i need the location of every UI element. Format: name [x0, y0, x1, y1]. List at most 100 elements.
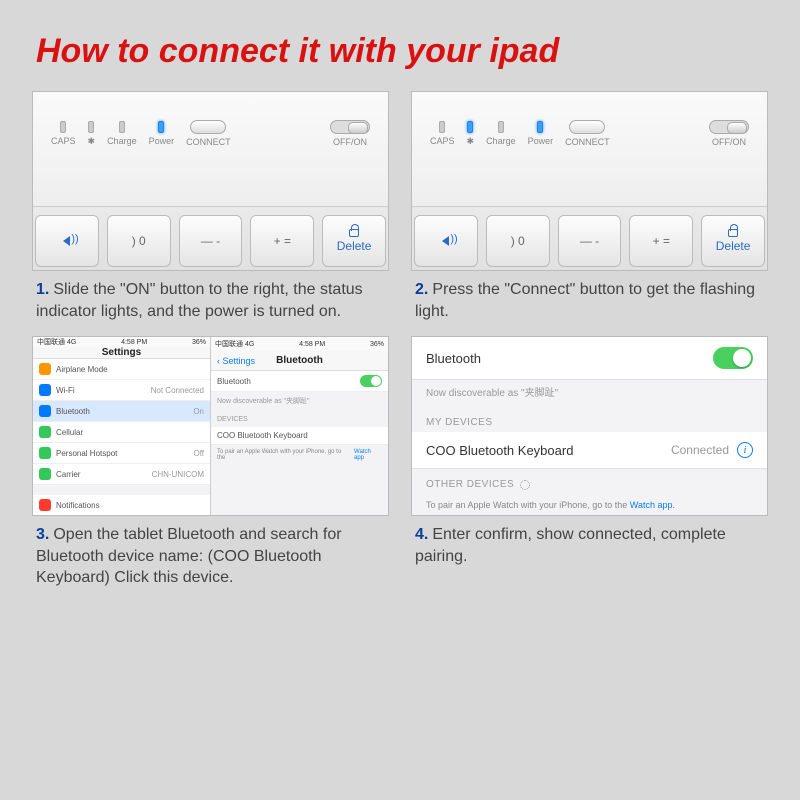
vol-key [35, 215, 99, 267]
charge-label: Charge [107, 136, 137, 146]
steps-grid: CAPS ✱ Charge Power CONNECT OFF/ON ) 0 —… [32, 91, 768, 589]
step-4: Bluetooth Now discoverable as "夹脚趾" MY D… [411, 336, 768, 589]
spinner-icon [520, 480, 530, 490]
step-1: CAPS ✱ Charge Power CONNECT OFF/ON ) 0 —… [32, 91, 389, 322]
step2-text: Press the "Connect" button to get the fl… [415, 281, 755, 320]
charge-led [119, 121, 125, 133]
bt4-title: Bluetooth [426, 351, 481, 366]
bt4-connected: Connected [671, 443, 729, 457]
bt4-note-link: Watch app. [630, 500, 675, 510]
step4-text: Enter confirm, show connected, complete … [415, 526, 726, 565]
bt-label-2: ✱ [467, 136, 475, 147]
key-0-2: ) 0 [486, 215, 550, 267]
connect-label-2: CONNECT [565, 137, 610, 147]
step1-num: 1. [36, 281, 49, 298]
step4-caption: 4.Enter confirm, show connected, complet… [411, 524, 768, 567]
airplane-label: Airplane Mode [56, 365, 108, 374]
volume-icon [63, 236, 70, 246]
step1-image: CAPS ✱ Charge Power CONNECT OFF/ON ) 0 —… [32, 91, 389, 271]
caps-label: CAPS [51, 136, 76, 146]
bt4-toggle [713, 347, 753, 369]
cellular-label: Cellular [56, 428, 83, 437]
step1-text: Slide the "ON" button to the right, the … [36, 281, 363, 320]
notif-icon [39, 499, 51, 511]
settings-left-title: Settings [33, 347, 210, 359]
pair-note-link: Watch app [354, 449, 382, 461]
connect-button-2 [569, 120, 605, 134]
bt-led [88, 121, 94, 133]
step-3: 中国联通 4G 4:58 PM 36% Settings Airplane Mode… [32, 336, 389, 589]
status-time: 4:58 PM [121, 339, 147, 346]
power-switch-2 [709, 120, 749, 134]
back-link: ‹ Settings [217, 356, 255, 366]
switch-label: OFF/ON [333, 137, 367, 147]
device-row: COO Bluetooth Keyboard [217, 431, 308, 440]
step2-caption: 2.Press the "Connect" button to get the … [411, 279, 768, 322]
bt4-mydevices: MY DEVICES [412, 407, 767, 432]
page-title: How to connect it with your ipad [36, 32, 768, 71]
power-switch [330, 120, 370, 134]
step2-image: CAPS ✱ Charge Power CONNECT OFF/ON ) 0 —… [411, 91, 768, 271]
devices-header: DEVICES [211, 410, 388, 427]
step3-caption: 3.Open the tablet Bluetooth and search f… [32, 524, 389, 589]
power-label-2: Power [528, 136, 554, 146]
bt4-device-name: COO Bluetooth Keyboard [426, 443, 573, 458]
step3-num: 3. [36, 526, 49, 543]
key-0: ) 0 [107, 215, 171, 267]
lock-icon [349, 229, 359, 237]
step2-num: 2. [415, 281, 428, 298]
key-plus: + = [250, 215, 314, 267]
power-label: Power [149, 136, 175, 146]
lock-icon-2 [728, 229, 738, 237]
status-time-r: 4:58 PM [299, 341, 325, 348]
hotspot-val: Off [193, 449, 204, 458]
wifi-val: Not Connected [151, 386, 204, 395]
volume-icon-2 [442, 236, 449, 246]
vol-key-2 [414, 215, 478, 267]
bt-val: On [193, 407, 204, 416]
connect-label: CONNECT [186, 137, 231, 147]
step-2: CAPS ✱ Charge Power CONNECT OFF/ON ) 0 —… [411, 91, 768, 322]
switch-label-2: OFF/ON [712, 137, 746, 147]
bt-label-row: Bluetooth [56, 407, 90, 416]
carrier-label: Carrier [56, 470, 80, 479]
caps-led-2 [439, 121, 445, 133]
hotspot-icon [39, 447, 51, 459]
status-batt-r: 36% [370, 341, 384, 348]
bt-toggle-label: Bluetooth [217, 377, 251, 386]
connect-button [190, 120, 226, 134]
delete-label: Delete [337, 239, 372, 253]
power-led [158, 121, 164, 133]
cellular-icon [39, 426, 51, 438]
charge-led-2 [498, 121, 504, 133]
wifi-label: Wi-Fi [56, 386, 75, 395]
power-led-2 [537, 121, 543, 133]
bt4-otherdevices: OTHER DEVICES [426, 479, 514, 490]
step4-image: Bluetooth Now discoverable as "夹脚趾" MY D… [411, 336, 768, 516]
bt-label: ✱ [88, 136, 96, 147]
step4-num: 4. [415, 526, 428, 543]
airplane-icon [39, 363, 51, 375]
status-batt: 36% [192, 339, 206, 346]
key-delete-2: Delete [701, 215, 765, 267]
key-delete: Delete [322, 215, 386, 267]
pair-note: To pair an Apple Watch with your iPhone,… [217, 449, 349, 461]
bt-led-2 [467, 121, 473, 133]
notif-label: Notifications [56, 501, 100, 510]
bt-toggle [360, 375, 382, 387]
status-carrier-r: 中国联通 4G [215, 339, 254, 349]
caps-led [60, 121, 66, 133]
bluetooth-icon [39, 405, 51, 417]
charge-label-2: Charge [486, 136, 516, 146]
key-minus: — - [179, 215, 243, 267]
bt4-note: To pair an Apple Watch with your iPhone,… [426, 500, 630, 510]
step3-text: Open the tablet Bluetooth and search for… [36, 526, 342, 586]
step3-image: 中国联通 4G 4:58 PM 36% Settings Airplane Mode… [32, 336, 389, 516]
delete-label-2: Delete [716, 239, 751, 253]
info-icon: i [737, 442, 753, 458]
key-plus-2: + = [629, 215, 693, 267]
discoverable-text: Now discoverable as "夹脚趾" [211, 392, 388, 410]
wifi-icon [39, 384, 51, 396]
key-minus-2: — - [558, 215, 622, 267]
carrier-val: CHN-UNICOM [152, 470, 204, 479]
